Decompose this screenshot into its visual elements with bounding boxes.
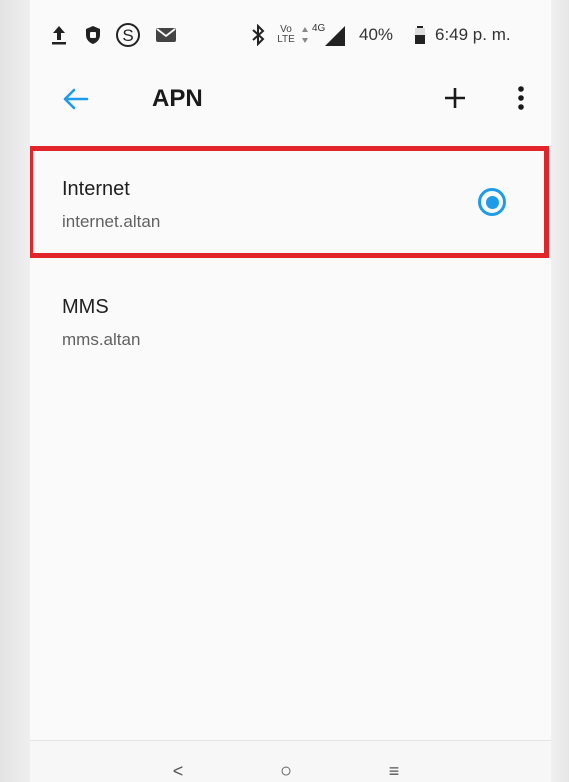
phone-screen: S Vo LTE 4G 40% 6:49 p. m. APN Internet … [30,0,551,782]
data-arrows-icon [300,22,310,48]
battery-icon [413,22,427,48]
shield-icon [82,22,104,48]
upload-icon [48,22,70,48]
back-arrow-icon[interactable] [58,82,92,116]
plus-icon [445,88,465,108]
nav-back-button[interactable]: < [158,759,198,782]
mail-icon [154,22,178,48]
apn-address: mms.altan [62,330,141,349]
status-bar: S Vo LTE 4G 40% 6:49 p. m. [30,0,551,68]
background-left [0,0,30,782]
bluetooth-icon [248,22,268,48]
signal-4g-icon: 4G [312,22,348,48]
clock: 6:49 p. m. [435,25,511,44]
volte-icon: Vo LTE [276,22,296,48]
nav-recents-button[interactable]: ≡ [374,759,414,782]
more-options-button[interactable] [504,80,538,116]
apn-item-internet[interactable]: Internet internet.altan [30,146,551,258]
apn-address: internet.altan [62,212,161,231]
nav-home-button[interactable]: ○ [266,759,306,782]
radio-dot [485,195,499,209]
more-vert-icon [518,86,524,110]
apn-name: MMS [62,296,109,318]
s-circle-icon: S [114,22,142,48]
background-right [551,0,569,782]
apn-radio-selected[interactable] [478,188,506,216]
page-title: APN [152,85,203,112]
navigation-bar: < ○ ≡ [30,740,551,782]
add-apn-button[interactable] [438,80,472,116]
apn-name: Internet [62,178,130,200]
battery-percent: 40% [359,25,394,44]
highlight-box [30,146,549,258]
volte-bottom-label: LTE [277,34,295,45]
apn-item-mms[interactable]: MMS mms.altan [30,260,551,370]
svg-text:S: S [122,26,133,45]
app-bar: APN [30,68,551,130]
network-type-label: 4G [312,23,326,34]
